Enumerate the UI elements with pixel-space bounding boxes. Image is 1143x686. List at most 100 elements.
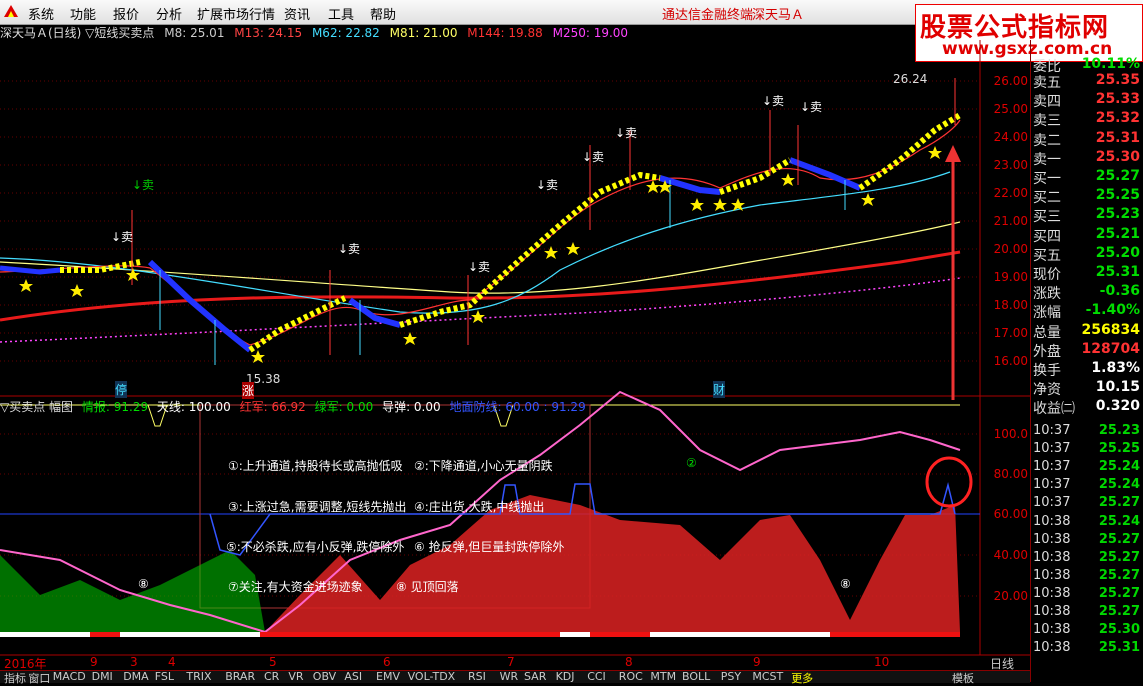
- quote-value: 25.20: [1095, 244, 1140, 261]
- tick-price: 25.27: [1098, 585, 1140, 601]
- indicator-tab[interactable]: ROC: [619, 670, 643, 683]
- missile-label: 导弹: 0.00: [382, 400, 441, 414]
- indicator-tab[interactable]: 窗口: [28, 670, 50, 686]
- tick-price: 25.24: [1098, 477, 1140, 493]
- tick-row: 10:38 25.31: [1032, 640, 1142, 658]
- quote-row: 外盘 128704: [1032, 341, 1142, 360]
- tick-row: 10:37 25.24: [1032, 477, 1142, 495]
- indicator-tab[interactable]: 更多: [791, 670, 813, 686]
- tick-time: 10:38: [1033, 513, 1071, 529]
- annotation-2: ②:下降通道,小心无量阴跌: [414, 459, 553, 473]
- indicator-tab[interactable]: KDJ: [556, 670, 575, 683]
- quote-row: 换手 1.83%: [1032, 360, 1142, 379]
- quote-label: 涨跌: [1033, 286, 1061, 303]
- quote-value: 25.31: [1095, 264, 1140, 280]
- tick-price: 25.31: [1098, 640, 1140, 656]
- sell-mark: ↓卖: [468, 260, 491, 274]
- indicator-tab[interactable]: VOL-TDX: [408, 670, 456, 683]
- quote-row: 买一 25.27: [1032, 168, 1142, 187]
- annotation-4: ④:庄出货,大跌,中线抛出: [414, 500, 545, 514]
- sell-mark: ↓卖: [338, 242, 361, 256]
- date-tick: 7: [507, 655, 515, 669]
- quote-label: 卖五: [1033, 75, 1061, 91]
- quote-row: 买四 25.21: [1032, 226, 1142, 245]
- sub-tick: 100.0: [993, 427, 1028, 441]
- indicator-tab[interactable]: MACD: [53, 670, 86, 683]
- chart-mark-2: ②: [686, 456, 697, 470]
- indicator-tab[interactable]: PSY: [721, 670, 741, 683]
- sell-mark: ↓卖: [762, 94, 785, 108]
- tick-price: 25.27: [1098, 531, 1140, 547]
- annotation-3: ③:上涨过急,需要调整,短线先抛出: [228, 500, 407, 514]
- indicator-tab[interactable]: MTM: [650, 670, 676, 683]
- quote-value: 25.31: [1095, 129, 1140, 146]
- tick-time: 10:38: [1033, 604, 1071, 619]
- indicator-tab[interactable]: WR: [500, 670, 519, 683]
- indicator-tab[interactable]: 指标: [4, 670, 26, 686]
- finance-mark: 财: [713, 381, 726, 398]
- price-tick: 24.00: [993, 130, 1028, 144]
- quote-label: 涨幅: [1033, 305, 1061, 322]
- sub-tick: 60.00: [993, 507, 1028, 521]
- indicator-tab[interactable]: VR: [288, 670, 303, 683]
- tick-time: 10:38: [1033, 567, 1071, 583]
- price-tick: 16.00: [993, 354, 1028, 368]
- indicator-tab[interactable]: TRIX: [186, 670, 211, 683]
- indicator-tab[interactable]: ASI: [344, 670, 362, 683]
- antenna-label: 天线: 100.00: [156, 400, 231, 414]
- sub-tick: 20.00: [993, 589, 1028, 603]
- quote-label: 买一: [1033, 171, 1061, 187]
- sell-mark: ↓卖: [800, 100, 823, 114]
- ground-defense-label: 地面防线: 60.00 : 91.29: [449, 400, 586, 414]
- price-tick: 18.00: [993, 298, 1028, 312]
- indicator-tab[interactable]: CCI: [587, 670, 606, 683]
- tick-row: 10:38 25.27: [1032, 532, 1142, 550]
- date-tick: 9: [90, 655, 98, 669]
- indicator-tab[interactable]: MCST: [752, 670, 783, 683]
- red-army-label: 红军: 66.92: [239, 400, 306, 414]
- tick-time: 10:38: [1033, 640, 1071, 656]
- quote-label: 外盘: [1033, 343, 1061, 360]
- tick-time: 10:37: [1033, 459, 1071, 475]
- tick-price: 25.30: [1098, 622, 1140, 638]
- indicator-tab[interactable]: BRAR: [225, 670, 255, 683]
- quote-value: 25.27: [1095, 168, 1140, 184]
- indicator-tab[interactable]: CR: [264, 670, 279, 683]
- quote-row: 卖四 25.33: [1032, 91, 1142, 110]
- chart-canvas[interactable]: [0, 0, 1030, 682]
- quote-label: 买二: [1033, 190, 1061, 207]
- quote-value: 10.11%: [1081, 56, 1140, 72]
- indicator-tab[interactable]: DMA: [123, 670, 149, 683]
- indicator-tab[interactable]: FSL: [155, 670, 174, 683]
- buy-star-icon: [19, 279, 33, 292]
- quote-label: 换手: [1033, 363, 1061, 379]
- quote-value: 1.83%: [1091, 360, 1140, 376]
- template-button[interactable]: 模板: [952, 670, 974, 686]
- tick-time: 10:38: [1033, 585, 1071, 601]
- indicator-tab[interactable]: OBV: [313, 670, 336, 683]
- tick-price: 25.27: [1098, 549, 1140, 565]
- sell-mark: ↓卖: [132, 178, 155, 192]
- date-tick: 9: [753, 655, 761, 669]
- quote-value: 25.32: [1095, 110, 1140, 127]
- sell-mark: ↓卖: [111, 230, 134, 244]
- tick-row: 10:38 25.27: [1032, 604, 1142, 622]
- quote-row: 买五 25.20: [1032, 245, 1142, 264]
- indicator-tab[interactable]: BOLL: [682, 670, 710, 683]
- indicator-tab[interactable]: SAR: [524, 670, 546, 683]
- quote-row: 收益㈡ 0.320: [1032, 398, 1142, 417]
- indicator-tab[interactable]: RSI: [468, 670, 486, 683]
- tick-time: 10:38: [1033, 622, 1071, 638]
- date-axis: 2016年 9 3 4 5 6 7 8 9 10: [0, 655, 980, 671]
- date-tick: 5: [269, 655, 277, 669]
- tick-row: 10:37 25.24: [1032, 459, 1142, 477]
- quote-value: 128704: [1081, 340, 1140, 357]
- price-tick: 25.00: [993, 102, 1028, 116]
- tick-row: 10:38 25.27: [1032, 550, 1142, 568]
- sell-mark: ↓卖: [615, 126, 638, 140]
- tick-time: 10:37: [1033, 441, 1071, 457]
- tick-price: 25.25: [1098, 441, 1140, 457]
- indicator-tab[interactable]: EMV: [376, 670, 400, 683]
- indicator-tab[interactable]: DMI: [92, 670, 113, 683]
- quote-row: 买二 25.25: [1032, 187, 1142, 206]
